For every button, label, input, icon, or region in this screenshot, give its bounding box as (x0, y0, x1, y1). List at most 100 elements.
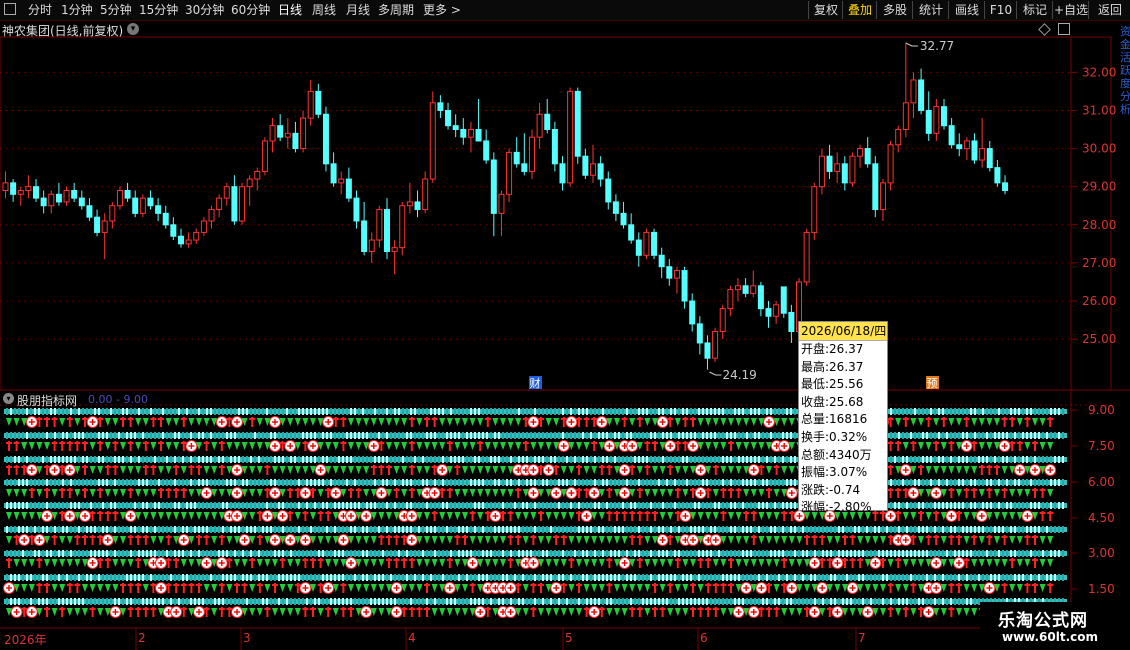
candle[interactable] (177, 228, 184, 248)
candle[interactable] (414, 190, 421, 218)
candle[interactable] (460, 118, 467, 145)
indicator-name[interactable]: 股朋指标网 (17, 392, 77, 409)
candle[interactable] (315, 83, 322, 119)
candle[interactable] (185, 232, 192, 248)
candle[interactable] (63, 186, 70, 206)
candle[interactable] (10, 179, 17, 202)
candle[interactable] (124, 182, 131, 202)
candle[interactable] (788, 304, 795, 343)
candle[interactable] (910, 72, 917, 119)
candle[interactable] (544, 99, 551, 134)
kline-chart[interactable]: 32.0031.0030.0029.0028.0027.0026.0025.00… (0, 0, 1130, 650)
candle[interactable] (712, 327, 719, 362)
candle[interactable] (307, 79, 314, 126)
candle[interactable] (933, 99, 940, 141)
candle[interactable] (803, 228, 810, 286)
candle[interactable] (590, 144, 597, 183)
candle[interactable] (231, 175, 238, 225)
candle[interactable] (673, 266, 680, 294)
candle[interactable] (841, 156, 848, 191)
candle[interactable] (254, 167, 261, 191)
candle[interactable] (773, 301, 780, 324)
candle[interactable] (574, 87, 581, 164)
candle[interactable] (17, 186, 24, 206)
candle[interactable] (132, 190, 139, 218)
candle[interactable] (536, 102, 543, 149)
candle[interactable] (40, 190, 47, 214)
candle[interactable] (2, 171, 9, 199)
candle[interactable] (620, 201, 627, 229)
candle[interactable] (200, 217, 207, 237)
candle[interactable] (948, 118, 955, 149)
candle[interactable] (513, 137, 520, 168)
candle[interactable] (956, 133, 963, 157)
candle[interactable] (887, 140, 894, 191)
candle[interactable] (925, 91, 932, 141)
candle[interactable] (666, 259, 673, 286)
candle[interactable] (765, 301, 772, 328)
candle[interactable] (376, 205, 383, 248)
candle[interactable] (612, 194, 619, 221)
candle[interactable] (338, 171, 345, 195)
candle[interactable] (597, 156, 604, 187)
candle[interactable] (277, 114, 284, 141)
candle[interactable] (300, 110, 307, 153)
candle[interactable] (818, 148, 825, 195)
candle[interactable] (727, 285, 734, 317)
candle[interactable] (528, 129, 535, 180)
candle[interactable] (658, 247, 665, 279)
candle[interactable] (895, 125, 902, 153)
candle[interactable] (78, 190, 85, 210)
candle[interactable] (223, 182, 230, 206)
candle[interactable] (567, 87, 574, 187)
candle[interactable] (86, 198, 93, 221)
candle[interactable] (857, 144, 864, 168)
candle[interactable] (811, 182, 818, 241)
candle[interactable] (452, 114, 459, 138)
candle[interactable] (681, 266, 688, 309)
candle[interactable] (322, 106, 329, 172)
candle[interactable] (490, 152, 497, 237)
candle[interactable] (559, 156, 566, 191)
candle[interactable] (261, 137, 268, 176)
candle[interactable] (429, 91, 436, 183)
candle[interactable] (147, 190, 154, 210)
candle[interactable] (162, 205, 169, 229)
candle[interactable] (445, 102, 452, 130)
candle[interactable] (170, 217, 177, 241)
candle[interactable] (635, 232, 642, 267)
candle[interactable] (155, 198, 162, 221)
candle[interactable] (467, 121, 474, 153)
candle[interactable] (368, 232, 375, 263)
candle[interactable] (651, 228, 658, 260)
candle[interactable] (879, 179, 886, 221)
candle[interactable] (1002, 175, 1009, 195)
candle[interactable] (872, 156, 879, 218)
candle[interactable] (605, 171, 612, 210)
candle[interactable] (757, 281, 764, 317)
candle[interactable] (483, 129, 490, 164)
candle[interactable] (849, 152, 856, 187)
candle[interactable] (750, 270, 757, 298)
candle[interactable] (384, 198, 390, 260)
candle[interactable] (101, 213, 108, 260)
candle[interactable] (116, 186, 123, 210)
candle[interactable] (48, 190, 55, 214)
candle[interactable] (506, 148, 513, 202)
candle[interactable] (475, 99, 482, 142)
candle[interactable] (193, 228, 200, 244)
candle[interactable] (864, 137, 871, 168)
candle[interactable] (406, 182, 413, 214)
candle[interactable] (963, 137, 970, 161)
candle[interactable] (918, 68, 925, 115)
candle[interactable] (628, 213, 635, 244)
candle[interactable] (826, 144, 833, 180)
candle[interactable] (689, 293, 696, 332)
candle[interactable] (353, 190, 360, 229)
candle[interactable] (902, 43, 909, 138)
candle[interactable] (643, 228, 650, 260)
candle[interactable] (704, 335, 711, 370)
candle[interactable] (971, 133, 978, 164)
candle[interactable] (582, 148, 589, 180)
candle[interactable] (139, 194, 146, 218)
